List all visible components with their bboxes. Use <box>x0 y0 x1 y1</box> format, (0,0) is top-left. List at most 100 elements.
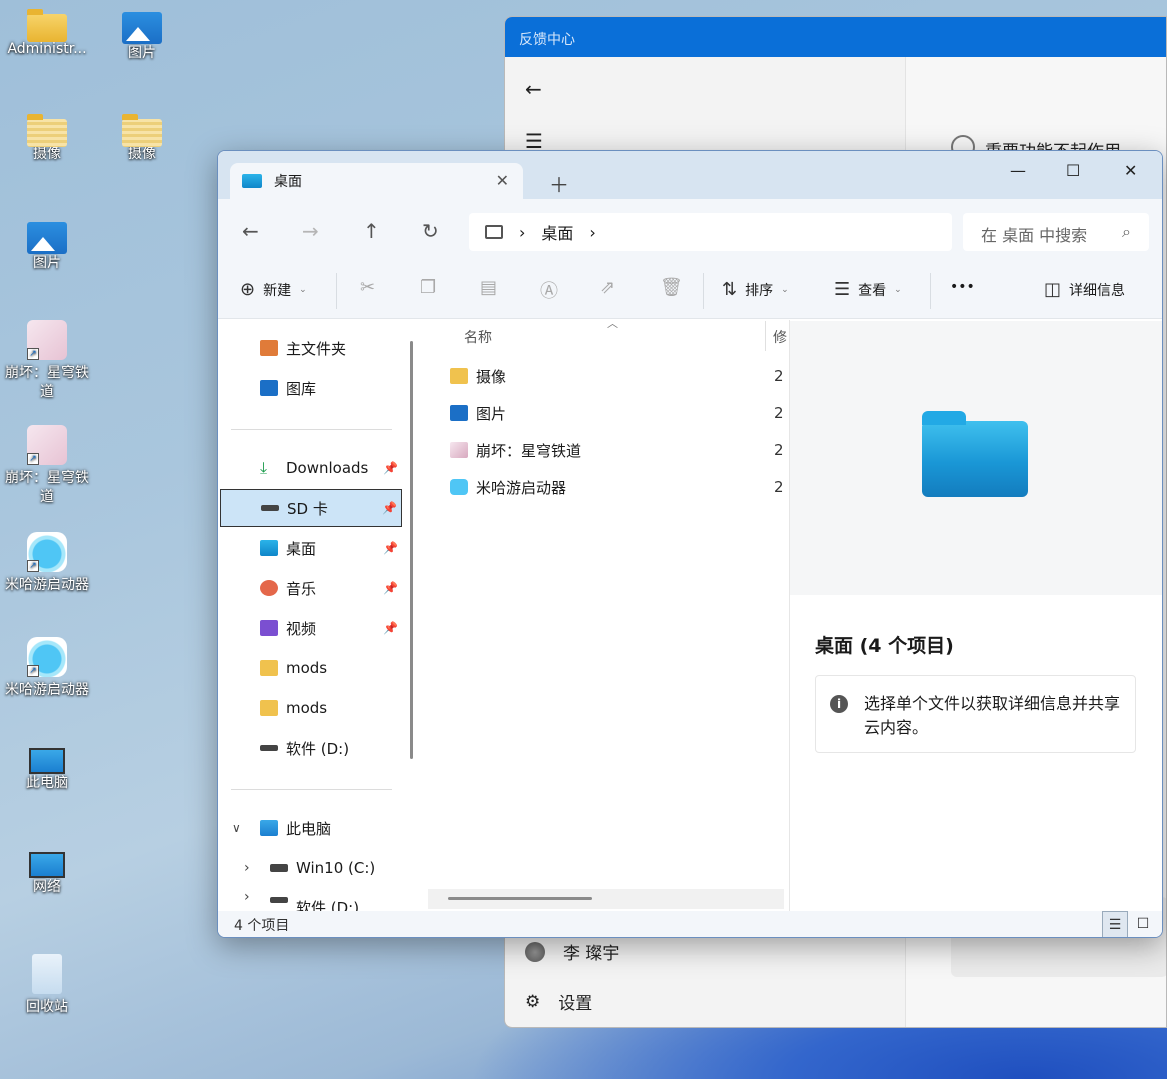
column-header-modified[interactable]: 修 <box>773 327 787 347</box>
scrollbar-thumb[interactable] <box>448 897 592 900</box>
back-arrow-icon[interactable]: ← <box>525 77 542 101</box>
up-button[interactable]: ↑ <box>363 219 380 243</box>
column-header-name[interactable]: 名称 <box>464 327 492 347</box>
nav-item-label: Win10 (C:) <box>296 859 376 877</box>
nav-item-mods[interactable]: mods <box>218 649 402 687</box>
chevron-right-icon[interactable]: › <box>244 860 270 876</box>
file-row[interactable]: 图片 <box>450 397 780 429</box>
desktop-icon-network[interactable]: 网络 <box>0 848 94 897</box>
windows-drive-icon <box>270 864 288 872</box>
new-button[interactable]: ⊕ 新建 ⌄ <box>240 279 307 300</box>
desktop-icon-this-pc[interactable]: 此电脑 <box>0 744 94 793</box>
this-pc-icon <box>260 820 278 836</box>
share-icon[interactable]: ⇗ <box>600 277 615 298</box>
sort-label: 排序 <box>745 282 774 299</box>
info-icon: i <box>830 695 848 713</box>
chevron-right-icon[interactable]: › <box>519 223 525 242</box>
drive-icon <box>260 745 278 751</box>
close-tab-icon[interactable]: ✕ <box>496 171 509 190</box>
details-pane-button[interactable]: ◫ 详细信息 <box>1044 279 1125 300</box>
nav-item-gallery[interactable]: 图库 <box>218 369 402 407</box>
feedback-settings[interactable]: ⚙ 设置 <box>525 989 593 1015</box>
close-window-button[interactable]: ✕ <box>1124 161 1137 180</box>
details-info-text: 选择单个文件以获取详细信息并共享云内容。 <box>864 694 1121 737</box>
chevron-right-icon[interactable]: › <box>589 223 595 242</box>
view-button[interactable]: ☰ 查看 ⌄ <box>834 279 902 300</box>
nav-item-home[interactable]: 主文件夹 <box>218 329 402 367</box>
cut-icon[interactable]: ✂ <box>360 277 375 298</box>
chevron-right-icon[interactable]: › <box>244 889 270 905</box>
more-options-button[interactable]: ••• <box>950 279 975 295</box>
desktop-icon-mihoyo-launcher-2[interactable]: ↗ 米哈游启动器 <box>0 637 94 700</box>
file-row[interactable]: 米哈游启动器 <box>450 471 780 503</box>
refresh-button[interactable]: ↻ <box>422 219 439 243</box>
desktop-icon-pictures[interactable]: 图片 <box>95 8 189 63</box>
nav-item-desktop[interactable]: 桌面 📌 <box>218 529 402 567</box>
nav-item-drive-c[interactable]: › Win10 (C:) <box>218 849 402 887</box>
nav-item-label: 主文件夹 <box>286 339 347 358</box>
picture-folder-icon <box>122 12 162 44</box>
video-icon <box>260 620 278 636</box>
rename-icon[interactable]: Ⓐ <box>540 277 558 303</box>
desktop-icon-pictures-2[interactable]: 图片 <box>0 218 94 273</box>
forward-button[interactable]: → <box>302 219 319 243</box>
chevron-down-icon[interactable]: ∨ <box>232 821 260 835</box>
file-row[interactable]: 摄像 <box>450 360 780 392</box>
desktop-icon-label: 图片 <box>33 255 61 271</box>
minimize-button[interactable]: — <box>1010 161 1026 180</box>
desktop-icon-star-rail[interactable]: ↗ 崩坏：星穹铁道 <box>0 320 94 402</box>
file-date: 2 <box>774 441 784 459</box>
desktop-icon-label: 米哈游启动器 <box>5 577 89 593</box>
nav-item-videos[interactable]: 视频 📌 <box>218 609 402 647</box>
nav-item-music[interactable]: 音乐 📌 <box>218 569 402 607</box>
address-bar[interactable]: › 桌面 › <box>469 213 952 251</box>
sort-button[interactable]: ⇅ 排序 ⌄ <box>722 279 789 300</box>
sort-ascending-icon: ︿ <box>607 317 618 330</box>
back-button[interactable]: ← <box>242 219 259 243</box>
folder-icon <box>260 660 278 676</box>
file-explorer-window[interactable]: 桌面 ✕ ＋ — ☐ ✕ ← → ↑ ↻ › 桌面 › 在 桌面 中搜索 ⌕ ⊕… <box>217 150 1163 938</box>
desktop-icon-recycle-bin[interactable]: 回收站 <box>0 954 94 1017</box>
network-icon <box>29 852 65 878</box>
breadcrumb-segment[interactable]: 桌面 <box>541 220 573 244</box>
nav-item-this-pc[interactable]: ∨ 此电脑 <box>218 809 402 847</box>
column-divider[interactable] <box>765 321 766 351</box>
drive-icon <box>261 505 279 511</box>
sort-icon: ⇅ <box>722 279 738 300</box>
desktop-icon-star-rail-2[interactable]: ↗ 崩坏：星穹铁道 <box>0 425 94 507</box>
nav-item-label: 桌面 <box>286 539 317 558</box>
nav-scrollbar[interactable] <box>410 341 413 759</box>
delete-icon[interactable]: 🗑 <box>660 277 683 298</box>
recycle-bin-icon <box>32 954 62 994</box>
paste-icon[interactable]: ▤ <box>480 277 497 298</box>
maximize-button[interactable]: ☐ <box>1066 161 1080 180</box>
music-icon <box>260 580 278 596</box>
desktop-icon-camera-2[interactable]: 摄像 <box>95 113 189 164</box>
nav-item-label: mods <box>286 699 328 717</box>
shortcut-arrow-icon: ↗ <box>27 348 39 360</box>
striped-folder-icon <box>27 114 67 147</box>
nav-item-drive-d-2[interactable]: › 软件 (D:) <box>218 889 402 911</box>
feedback-user[interactable]: 李 璨宇 <box>525 939 619 964</box>
shortcut-arrow-icon: ↗ <box>27 453 39 465</box>
desktop-icon-mihoyo-launcher[interactable]: ↗ 米哈游启动器 <box>0 532 94 595</box>
tab-desktop[interactable]: 桌面 ✕ <box>230 163 523 199</box>
chevron-down-icon: ⌄ <box>781 284 789 295</box>
nav-item-sd-card[interactable]: SD 卡 📌 <box>220 489 402 527</box>
nav-item-mods-2[interactable]: mods <box>218 689 402 727</box>
desktop-icon-administrator[interactable]: Administr... <box>0 8 94 59</box>
tiles-view-button[interactable]: ☐ <box>1130 911 1156 937</box>
more-label: ••• <box>950 279 975 295</box>
copy-icon[interactable]: ❐ <box>420 277 436 298</box>
details-view-button[interactable]: ☰ <box>1102 911 1128 937</box>
desktop-icon-label: 此电脑 <box>26 775 68 791</box>
file-row[interactable]: 崩坏：星穹铁道 <box>450 434 780 466</box>
nav-item-downloads[interactable]: ⤓ Downloads 📌 <box>218 449 402 487</box>
desktop-icon-camera[interactable]: 摄像 <box>0 113 94 164</box>
settings-label: 设置 <box>558 994 593 1014</box>
nav-item-drive-d[interactable]: 软件 (D:) <box>218 729 402 767</box>
folder-icon <box>450 368 468 384</box>
search-input[interactable]: 在 桌面 中搜索 ⌕ <box>963 213 1149 251</box>
new-tab-button[interactable]: ＋ <box>549 169 569 198</box>
drive-icon <box>270 897 288 903</box>
